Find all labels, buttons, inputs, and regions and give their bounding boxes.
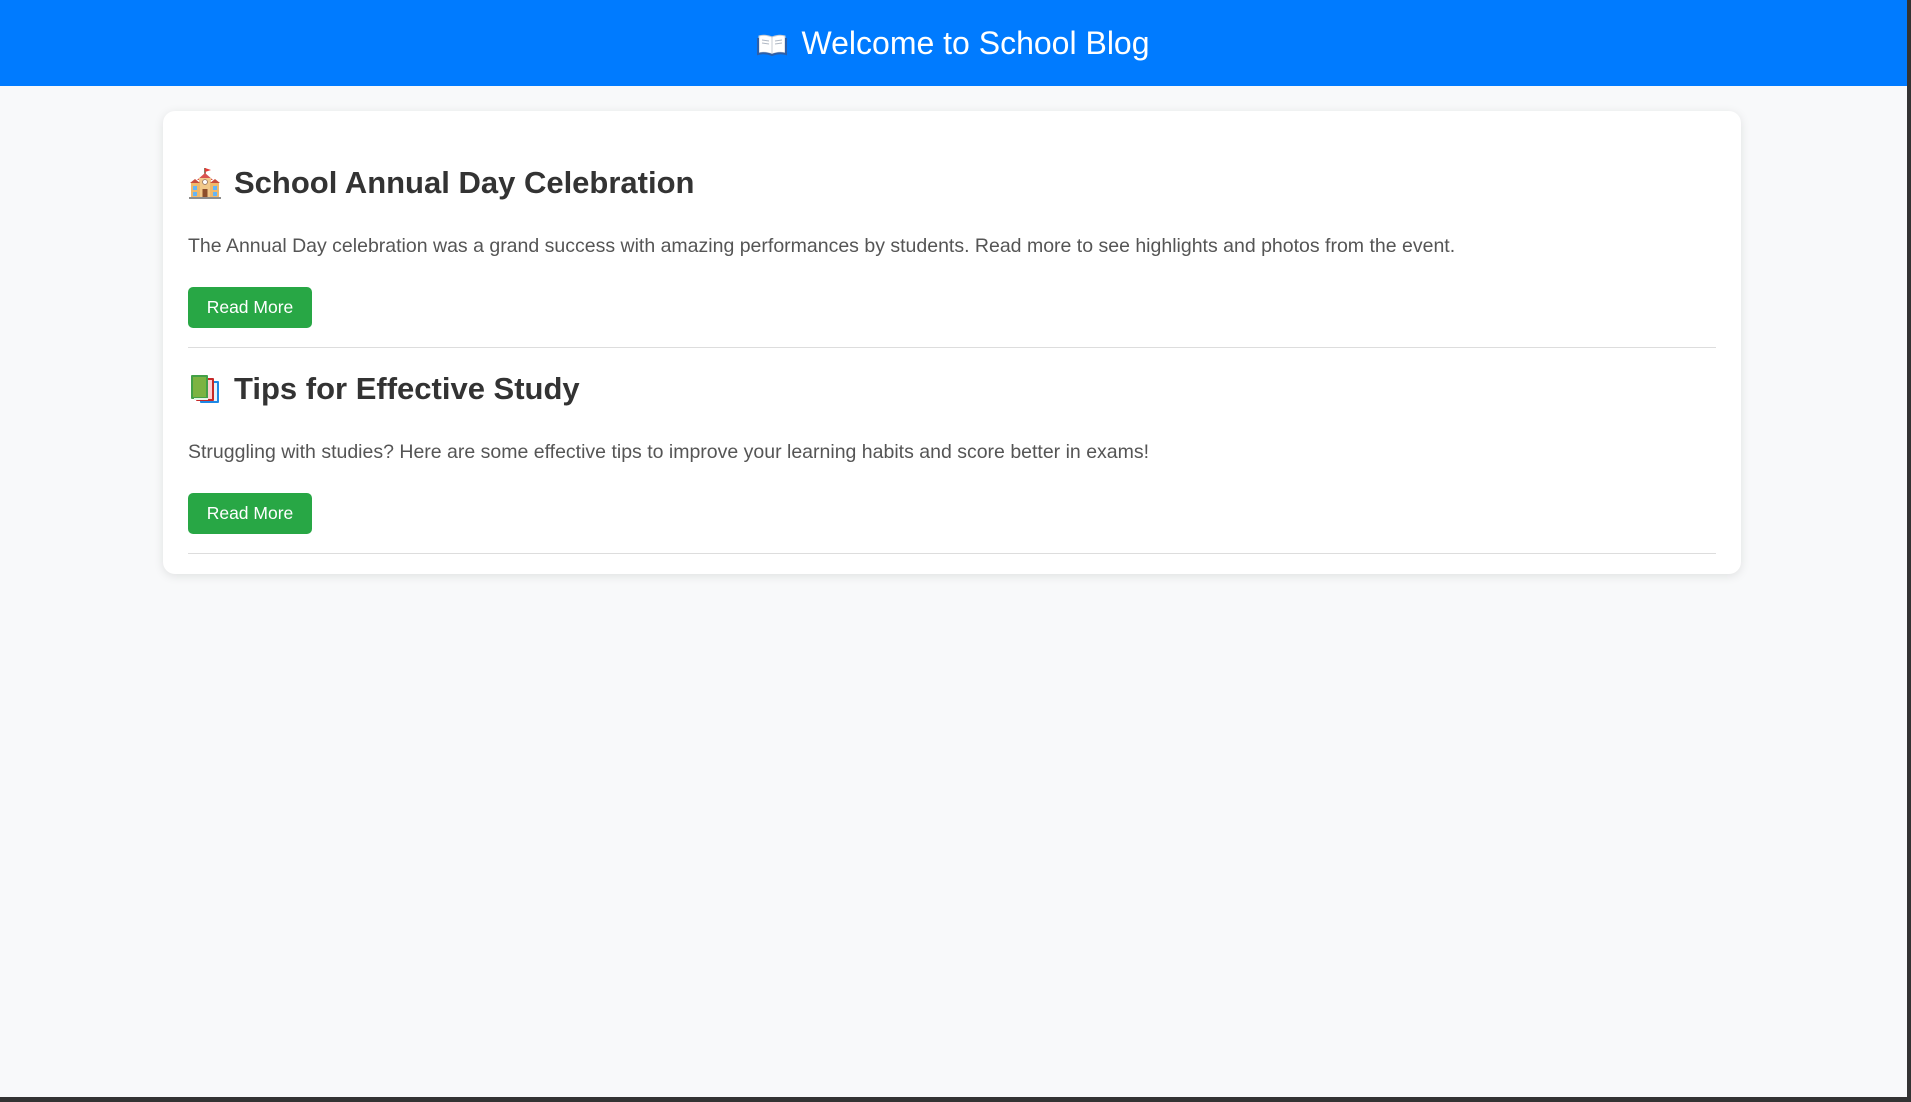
page-viewport: Welcome to School Blog School Annual Day… [0, 0, 1907, 1097]
post-excerpt: The Annual Day celebration was a grand s… [188, 235, 1456, 257]
read-more-button[interactable]: Read More [188, 287, 312, 328]
post-excerpt: Struggling with studies? Here are some e… [188, 441, 1150, 463]
blog-post: School Annual Day Celebration The Annual… [188, 111, 1716, 348]
post-title: Tips for Effective Study [188, 348, 1716, 411]
site-header: Welcome to School Blog [0, 0, 1907, 86]
blog-posts-container: School Annual Day Celebration The Annual… [163, 111, 1741, 574]
site-title: Welcome to School Blog [801, 25, 1150, 61]
blog-post: Tips for Effective Study Struggling with… [188, 348, 1716, 554]
open-book-icon [757, 32, 788, 56]
read-more-button[interactable]: Read More [188, 493, 312, 534]
school-building-icon [188, 166, 222, 200]
post-title-text[interactable]: Tips for Effective Study [234, 371, 580, 407]
books-icon [188, 372, 222, 406]
post-title-text[interactable]: School Annual Day Celebration [234, 165, 694, 201]
post-title: School Annual Day Celebration [188, 111, 1716, 205]
